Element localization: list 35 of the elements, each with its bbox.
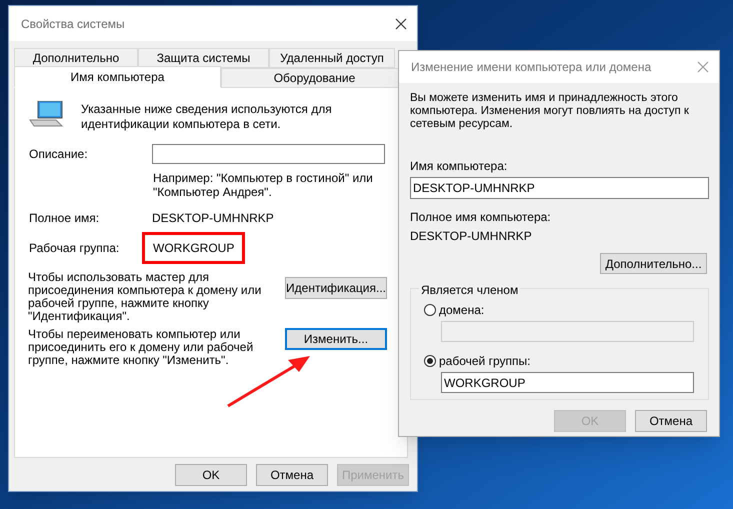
window-title: Свойства системы <box>21 16 125 32</box>
description-field[interactable] <box>152 144 385 164</box>
example-hint: Например: "Компьютер в гостиной" или "Компьютер Андрея". <box>153 171 374 199</box>
full-name-label: Полное имя компьютера: <box>410 209 552 226</box>
wizard-text: Чтобы использовать мастер для присоединения компьютера к домену или рабочей группе, нажмите кнопку "Идентификация". <box>28 271 262 323</box>
computer-name-label: Имя компьютера: <box>410 158 508 175</box>
intro-text: Указанные ниже сведения используются для идентификации компьютера в сети. <box>81 102 332 132</box>
close-icon[interactable] <box>395 18 407 30</box>
more-button[interactable]: Дополнительно... <box>600 253 707 274</box>
radio-label: рабочей группы: <box>439 353 530 370</box>
full-name-value: DESKTOP-UMHNRKP <box>152 210 274 227</box>
dialog-button[interactable]: Отмена <box>635 410 707 432</box>
full-name-label: Полное имя: <box>28 210 100 227</box>
dialog-button[interactable]: OK <box>175 464 247 486</box>
workgroup-value: WORKGROUP <box>142 232 246 264</box>
window-title: Изменение имени компьютера или домена <box>411 59 652 76</box>
intro-text: Вы можете изменить имя и принадлежность этого компьютера. Изменения могут повлиять на доступ к сетевым ресурсам. <box>410 92 690 131</box>
tab[interactable]: Удаленный доступ <box>269 48 395 68</box>
dialog-button[interactable]: Идентификация... <box>285 277 387 299</box>
text-field[interactable]: WORKGROUP <box>441 372 694 393</box>
computer-icon <box>28 101 64 127</box>
rename-text: Чтобы переименовать компьютер или присоединить его к домену или рабочей группе, нажмите кнопку "Изменить". <box>28 328 254 367</box>
radio-button[interactable] <box>424 355 436 367</box>
dialog-button[interactable]: Изменить... <box>285 328 387 350</box>
tab[interactable]: Имя компьютера <box>14 66 221 88</box>
description-label: Описание: <box>28 146 89 163</box>
dialog-button[interactable]: Отмена <box>256 464 328 486</box>
computer-name-field[interactable]: DESKTOP-UMHNRKP <box>410 177 709 199</box>
tab[interactable]: Дополнительно <box>14 48 138 68</box>
radio-button[interactable] <box>424 304 436 316</box>
workgroup-label: Рабочая группа: <box>28 240 120 257</box>
tab[interactable]: Защита системы <box>138 48 269 68</box>
full-name-value: DESKTOP-UMHNRKP <box>410 228 533 245</box>
radio-label: домена: <box>439 302 484 319</box>
text-field[interactable] <box>441 321 694 342</box>
